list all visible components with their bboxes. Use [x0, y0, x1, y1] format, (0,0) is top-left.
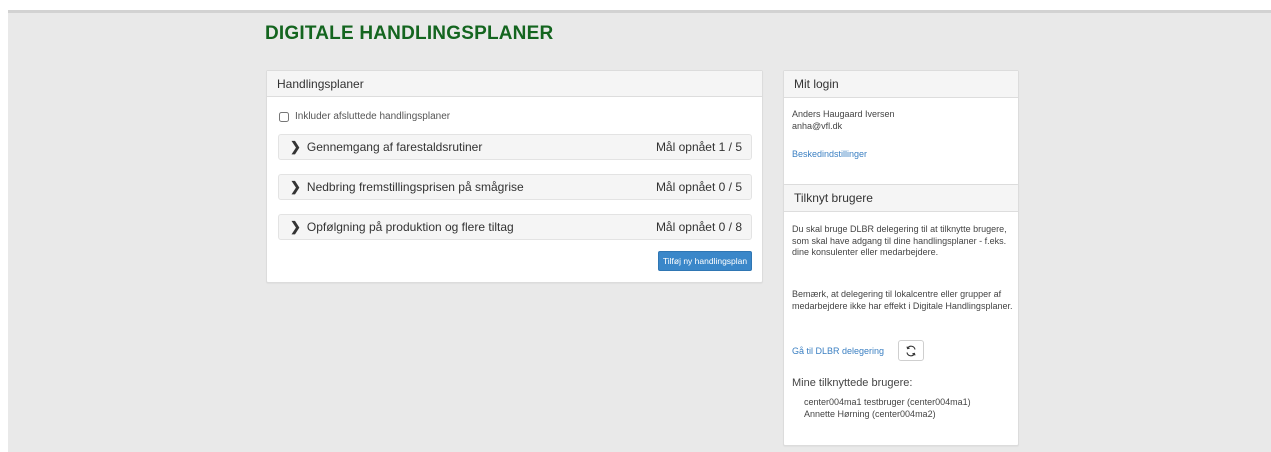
linked-users-list: center004ma1 testbruger (center004ma1) A… — [804, 396, 971, 420]
plan-row[interactable]: ❯ Opfølgning på produktion og flere tilt… — [278, 214, 752, 240]
app-title: DIGITALE HANDLINGSPLANER — [265, 23, 554, 44]
delegation-info-text: Du skal bruge DLBR delegering til at til… — [792, 224, 1007, 257]
include-completed-label: Inkluder afsluttede handlingsplaner — [295, 111, 451, 122]
include-completed-row[interactable]: Inkluder afsluttede handlingsplaner — [279, 111, 450, 122]
plan-name: Opfølgning på produktion og flere tiltag — [306, 220, 514, 234]
plans-panel: Handlingsplaner Inkluder afsluttede hand… — [266, 70, 763, 283]
plan-status: Mål opnået 0 / 5 — [655, 180, 742, 194]
page-background: DIGITALE HANDLINGSPLANER Handlingsplaner… — [8, 10, 1271, 452]
refresh-icon — [906, 345, 916, 356]
login-panel: Mit login Anders Haugaard Iversen anha@v… — [783, 70, 1019, 198]
chevron-right-icon: ❯ — [290, 179, 301, 194]
plan-row[interactable]: ❯ Nedbring fremstillingsprisen på smågri… — [278, 174, 752, 200]
linked-user: Annette Hørning (center004ma2) — [804, 409, 936, 419]
plans-panel-heading: Handlingsplaner — [267, 71, 762, 97]
login-panel-heading: Mit login — [784, 71, 1018, 98]
plan-status: Mål opnået 0 / 8 — [655, 220, 742, 234]
user-name: Anders Haugaard Iversen — [792, 109, 895, 119]
linked-users-title: Mine tilknyttede brugere: — [792, 377, 913, 389]
plan-name: Nedbring fremstillingsprisen på smågrise — [306, 180, 524, 194]
message-settings-link[interactable]: Beskedindstillinger — [792, 149, 867, 159]
refresh-button[interactable] — [898, 340, 924, 361]
user-email: anha@vfl.dk — [792, 121, 843, 131]
chevron-right-icon: ❯ — [290, 219, 301, 234]
add-plan-button[interactable]: Tilføj ny handlingsplan — [658, 251, 752, 271]
dlbr-delegation-link[interactable]: Gå til DLBR delegering — [792, 346, 884, 356]
link-users-panel-heading: Tilknyt brugere — [784, 185, 1018, 212]
chevron-right-icon: ❯ — [290, 139, 301, 154]
plan-row[interactable]: ❯ Gennemgang af farestaldsrutiner Mål op… — [278, 134, 752, 160]
plan-name: Gennemgang af farestaldsrutiner — [306, 140, 483, 154]
include-completed-checkbox[interactable] — [279, 111, 289, 122]
plan-status: Mål opnået 1 / 5 — [655, 140, 742, 154]
linked-user: center004ma1 testbruger (center004ma1) — [804, 397, 971, 407]
delegation-note-text: Bemærk, at delegering til lokalcentre el… — [792, 289, 1013, 311]
link-users-panel: Tilknyt brugere Du skal bruge DLBR deleg… — [783, 184, 1019, 446]
